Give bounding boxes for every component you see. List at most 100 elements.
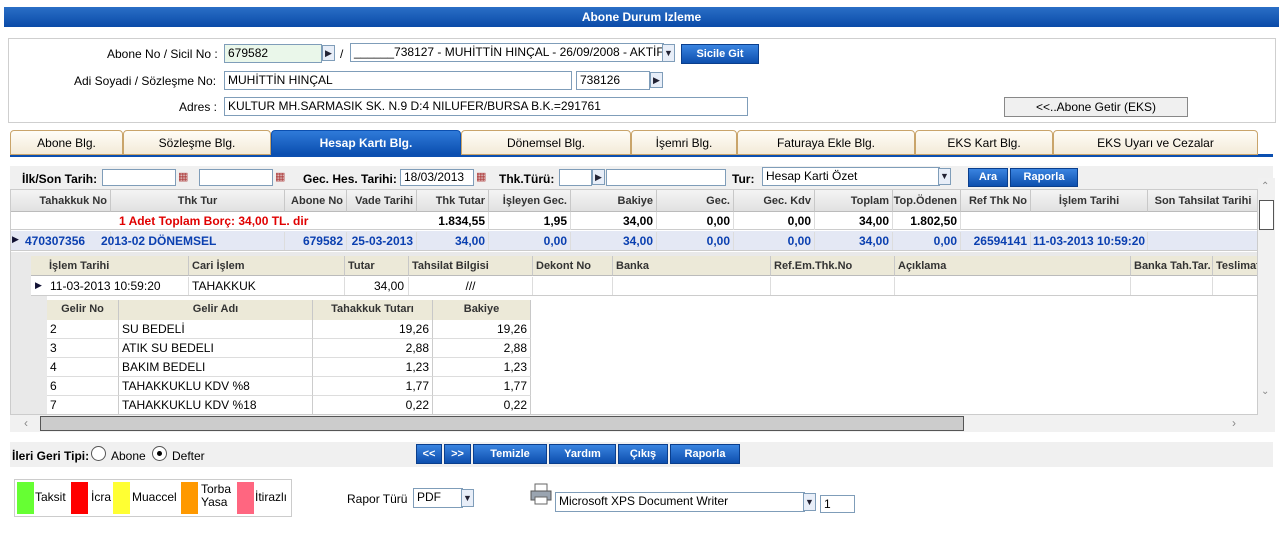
column-header[interactable]: Son Tahsilat Tarihi xyxy=(1148,190,1257,212)
calendar-icon[interactable]: ▦ xyxy=(476,170,486,183)
gelir-column-header[interactable]: Bakiye xyxy=(433,300,531,320)
legend-label: Taksit xyxy=(35,490,66,504)
son-tarih-input[interactable] xyxy=(199,169,273,186)
thk-go-arrow-icon[interactable]: ▶ xyxy=(592,169,605,185)
table-row[interactable]: ▶ 470307356 2013-02 DÖNEMSEL 679582 25-03-2… xyxy=(11,231,1257,251)
abone-no-input[interactable]: 679582 xyxy=(224,44,322,63)
tab-hesap-karti[interactable]: Hesap Kartı Blg. xyxy=(271,130,461,155)
scroll-left-icon[interactable]: ‹ xyxy=(24,415,28,432)
sub-column-header[interactable]: Banka xyxy=(613,256,771,276)
gelir-column-header[interactable]: Gelir No xyxy=(47,300,119,320)
gelir-row[interactable]: 4 BAKIM BEDELI 1,23 1,23 xyxy=(47,358,531,377)
column-header[interactable]: Thk Tutar xyxy=(417,190,489,212)
sub-column-header[interactable]: Ref.Em.Thk.No xyxy=(771,256,895,276)
summary-cell: 0,00 xyxy=(657,212,734,230)
adi-label: Adi Soyadi / Sözleşme No: xyxy=(74,74,217,88)
thk-turu-input[interactable] xyxy=(559,169,592,186)
sicil-select[interactable]: ______738127 - MUHİTTİN HINÇAL - 26/09/2… xyxy=(350,43,664,62)
column-header[interactable]: İşleyen Gec. xyxy=(489,190,571,212)
gelir-column-header[interactable]: Tahakkuk Tutarı xyxy=(313,300,433,320)
scroll-thumb[interactable] xyxy=(40,416,964,431)
tab-sozlesme[interactable]: Sözleşme Blg. xyxy=(123,130,271,155)
column-header[interactable]: İşlem Tarihi xyxy=(1031,190,1148,212)
gelir-row[interactable]: 7 TAHAKKUKLU KDV %18 0,22 0,22 xyxy=(47,396,531,414)
ara-button[interactable]: Ara xyxy=(968,168,1008,187)
sozlesme-go-arrow-icon[interactable]: ▶ xyxy=(650,72,663,88)
scroll-down-icon[interactable]: ⌄ xyxy=(1261,386,1269,397)
abone-label: Abone No / Sicil No : xyxy=(107,47,218,61)
abone-radio[interactable] xyxy=(91,446,106,461)
sub-column-header[interactable]: Tahsilat Bilgisi xyxy=(409,256,533,276)
expand-arrow-icon[interactable]: ▶ xyxy=(35,280,42,291)
tab-eks-uyari[interactable]: EKS Uyarı ve Cezalar xyxy=(1053,130,1258,155)
sub-column-header[interactable]: Açıklama xyxy=(895,256,1131,276)
gelir-row[interactable]: 2 SU BEDELİ 19,26 19,26 xyxy=(47,320,531,339)
cikis-button[interactable]: Çıkış xyxy=(618,444,668,464)
column-header[interactable]: Tahakkuk No xyxy=(11,190,111,212)
column-header[interactable]: Gec. Kdv xyxy=(734,190,815,212)
column-header[interactable]: Abone No xyxy=(285,190,347,212)
gelir-column-header[interactable]: Gelir Adı xyxy=(119,300,313,320)
gelir-cell: TAHAKKUKLU KDV %18 xyxy=(119,396,313,414)
column-header[interactable]: Thk Tur xyxy=(111,190,285,212)
tab-eks-kart[interactable]: EKS Kart Blg. xyxy=(915,130,1053,155)
tab-isemri[interactable]: İşemri Blg. xyxy=(631,130,737,155)
gelir-cell: 0,22 xyxy=(313,396,433,414)
column-header[interactable]: Top.Ödenen xyxy=(893,190,961,212)
column-header[interactable]: Bakiye xyxy=(571,190,657,212)
gec-hes-input[interactable]: 18/03/2013 xyxy=(400,169,474,186)
sub-column-header[interactable]: Banka Tah.Tar. xyxy=(1131,256,1213,276)
gelir-cell: 2 xyxy=(47,320,119,339)
rapor-turu-select[interactable]: PDF xyxy=(413,488,463,508)
sozlesme-no-input[interactable]: 738126 xyxy=(576,71,650,90)
adi-soyadi-input[interactable]: MUHİTTİN HINÇAL xyxy=(224,71,572,90)
abone-getir-button[interactable]: <<..Abone Getir (EKS) xyxy=(1004,97,1188,117)
chevron-down-icon[interactable]: ▼ xyxy=(662,44,675,62)
adres-input[interactable]: KULTUR MH.SARMASIK SK. N.9 D:4 NILUFER/B… xyxy=(224,97,748,116)
chevron-down-icon[interactable]: ▼ xyxy=(803,493,816,511)
calendar-icon[interactable]: ▦ xyxy=(275,170,285,183)
column-header[interactable]: Vade Tarihi xyxy=(347,190,417,212)
column-header[interactable]: Toplam xyxy=(815,190,893,212)
printer-select[interactable]: Microsoft XPS Document Writer xyxy=(555,492,805,512)
yardim-button[interactable]: Yardım xyxy=(549,444,616,464)
sub-column-header[interactable]: İşlem Tarihi xyxy=(31,256,189,276)
sub-table-row[interactable]: ▶ 11-03-2013 10:59:20 TAHAKKUK 34,00/// xyxy=(31,276,1257,296)
calendar-icon[interactable]: ▦ xyxy=(178,170,188,183)
horizontal-scrollbar[interactable]: ‹ › xyxy=(10,415,1275,432)
sub-column-header[interactable]: Cari İşlem xyxy=(189,256,345,276)
sub-column-header[interactable]: Dekont No xyxy=(533,256,613,276)
sub-column-header[interactable]: Tutar xyxy=(345,256,409,276)
chevron-down-icon[interactable]: ▼ xyxy=(938,168,951,185)
grid-cell: 25-03-2013 xyxy=(347,232,417,250)
prev-button[interactable]: << xyxy=(416,444,442,464)
scroll-right-icon[interactable]: › xyxy=(1232,415,1236,432)
tab-donemsel[interactable]: Dönemsel Blg. xyxy=(461,130,631,155)
gelir-row[interactable]: 6 TAHAKKUKLU KDV %8 1,77 1,77 xyxy=(47,377,531,396)
sub-cell xyxy=(1213,277,1257,295)
tur-select[interactable]: Hesap Karti Özet xyxy=(762,167,940,186)
defter-radio[interactable] xyxy=(152,446,167,461)
expand-arrow-icon[interactable]: ▶ xyxy=(12,234,19,245)
sicile-git-button[interactable]: Sicile Git xyxy=(681,44,759,64)
column-header[interactable]: Gec. xyxy=(657,190,734,212)
vertical-scrollbar[interactable]: ⌃ ⌄ xyxy=(1258,178,1275,415)
abone-go-arrow-icon[interactable]: ▶ xyxy=(322,45,335,61)
summary-cell: 1,95 xyxy=(489,212,571,230)
filter-raporla-button[interactable]: Raporla xyxy=(1010,168,1078,187)
gelir-cell: 6 xyxy=(47,377,119,396)
next-button[interactable]: >> xyxy=(444,444,471,464)
gelir-row[interactable]: 3 ATIK SU BEDELI 2,88 2,88 xyxy=(47,339,531,358)
column-header[interactable]: Ref Thk No xyxy=(961,190,1031,212)
temizle-button[interactable]: Temizle xyxy=(473,444,547,464)
scroll-up-icon[interactable]: ⌃ xyxy=(1261,181,1269,192)
tab-faturaya-ekle[interactable]: Faturaya Ekle Blg. xyxy=(737,130,915,155)
raporla-button[interactable]: Raporla xyxy=(670,444,740,464)
scroll-thumb[interactable] xyxy=(1259,200,1274,230)
chevron-down-icon[interactable]: ▼ xyxy=(461,489,474,507)
sub-column-header[interactable]: Teslimat xyxy=(1213,256,1257,276)
tab-abone[interactable]: Abone Blg. xyxy=(10,130,123,155)
copies-input[interactable]: 1 xyxy=(820,495,855,513)
thk-turu-name-input[interactable] xyxy=(606,169,726,186)
ilk-tarih-input[interactable] xyxy=(102,169,176,186)
